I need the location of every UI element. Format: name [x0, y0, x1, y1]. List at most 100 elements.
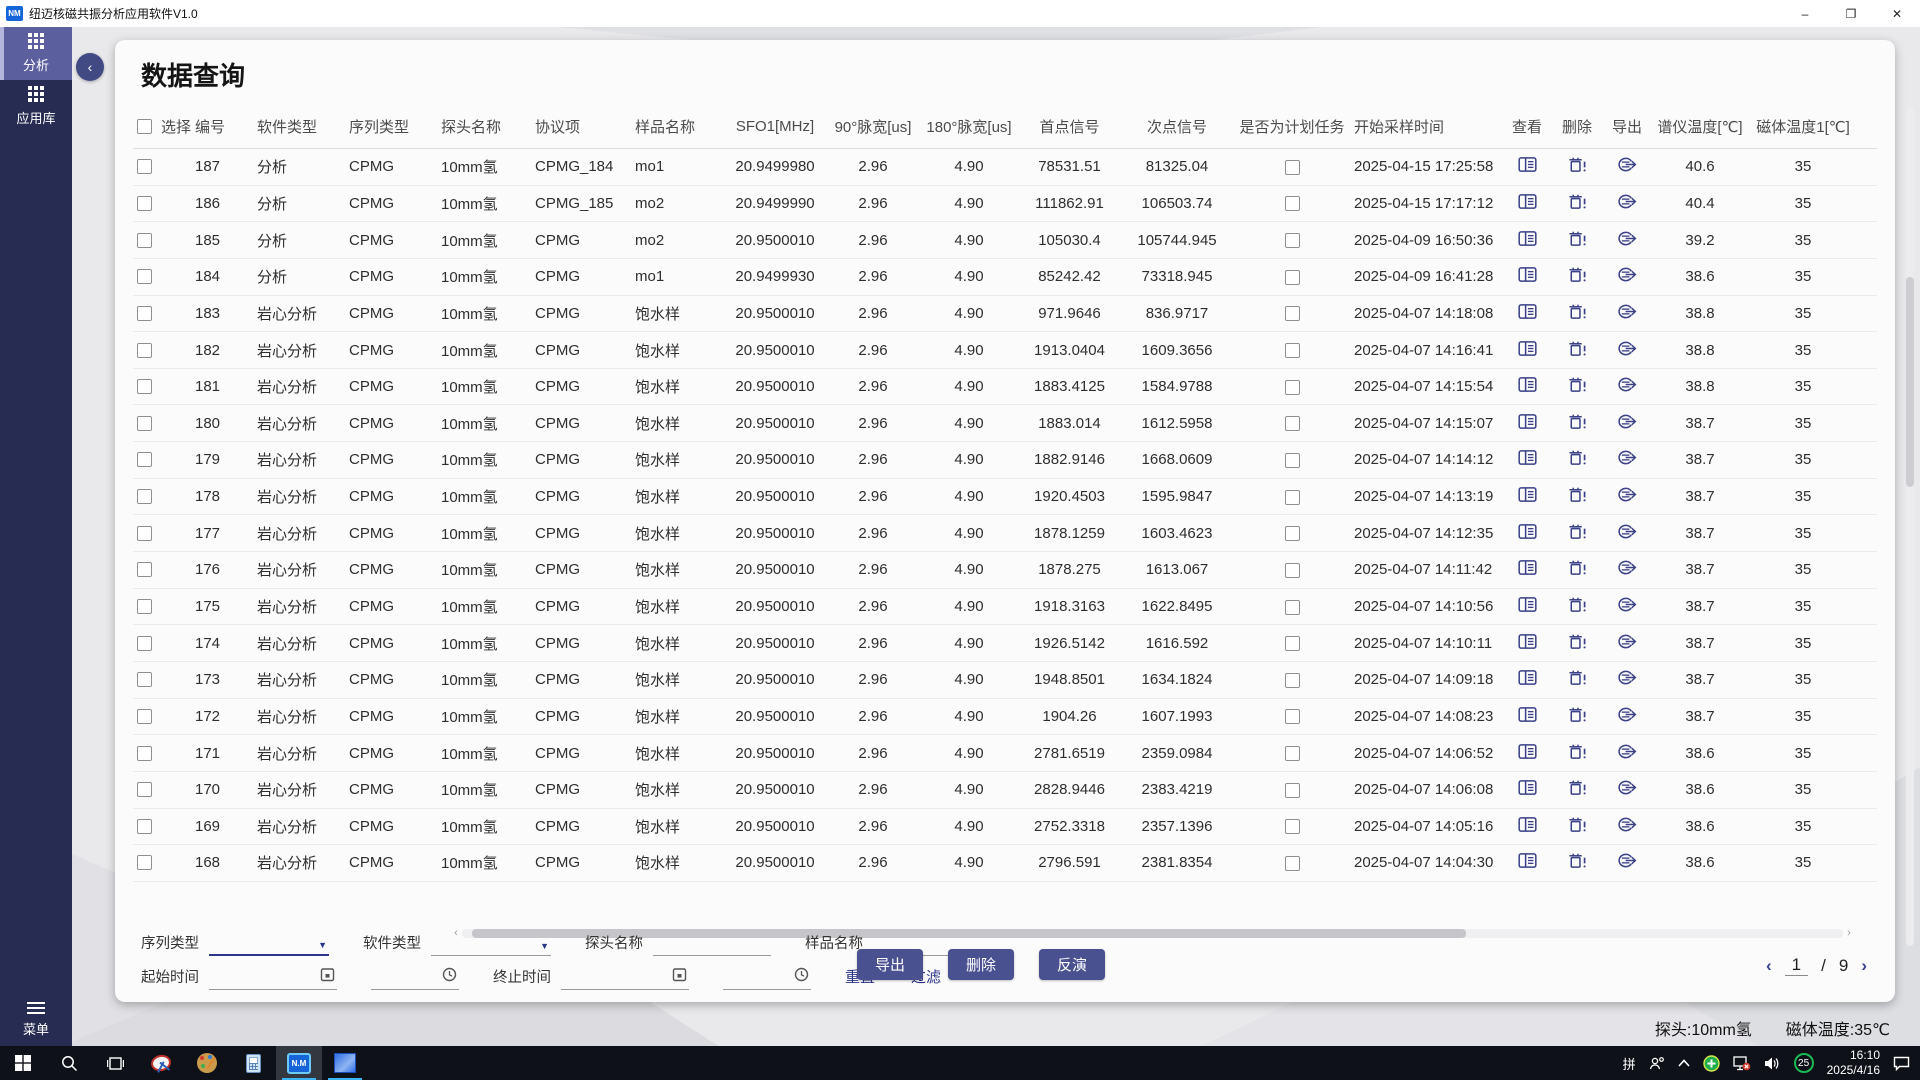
snipping-tool-button[interactable]: [138, 1046, 184, 1080]
export-icon[interactable]: [1618, 816, 1637, 833]
end-time-input[interactable]: [723, 966, 811, 990]
row-checkbox[interactable]: [137, 379, 152, 394]
network-disconnected-icon[interactable]: [1733, 1056, 1751, 1071]
export-icon[interactable]: [1618, 340, 1637, 357]
delete-icon[interactable]: [1568, 449, 1587, 466]
export-icon[interactable]: [1618, 486, 1637, 503]
software-type-select[interactable]: ▼: [431, 932, 551, 956]
planned-task-checkbox[interactable]: [1285, 196, 1300, 211]
view-icon[interactable]: [1518, 596, 1537, 613]
planned-task-checkbox[interactable]: [1285, 270, 1300, 285]
export-icon[interactable]: [1618, 523, 1637, 540]
next-page-icon[interactable]: ›: [1861, 956, 1867, 976]
delete-icon[interactable]: [1568, 156, 1587, 173]
task-view-button[interactable]: [92, 1046, 138, 1080]
view-icon[interactable]: [1518, 449, 1537, 466]
export-icon[interactable]: [1618, 743, 1637, 760]
nmr-app-button[interactable]: N.M: [276, 1046, 322, 1080]
row-checkbox[interactable]: [137, 269, 152, 284]
scrollbar-thumb[interactable]: [1906, 277, 1914, 487]
export-icon[interactable]: [1618, 230, 1637, 247]
view-icon[interactable]: [1518, 633, 1537, 650]
export-icon[interactable]: [1618, 449, 1637, 466]
delete-icon[interactable]: [1568, 193, 1587, 210]
start-button[interactable]: [0, 1046, 46, 1080]
clock-icon[interactable]: [442, 967, 457, 986]
taskbar-clock[interactable]: 16:10 2025/4/16: [1827, 1048, 1880, 1078]
planned-task-checkbox[interactable]: [1285, 416, 1300, 431]
paint-button[interactable]: [184, 1046, 230, 1080]
row-checkbox[interactable]: [137, 855, 152, 870]
planned-task-checkbox[interactable]: [1285, 233, 1300, 248]
planned-task-checkbox[interactable]: [1285, 306, 1300, 321]
view-icon[interactable]: [1518, 816, 1537, 833]
delete-icon[interactable]: [1568, 413, 1587, 430]
row-checkbox[interactable]: [137, 233, 152, 248]
export-icon[interactable]: [1618, 779, 1637, 796]
row-checkbox[interactable]: [137, 819, 152, 834]
start-date-input[interactable]: [209, 966, 337, 990]
export-button[interactable]: 导出: [857, 949, 923, 980]
antivirus-tray-icon[interactable]: [1703, 1055, 1720, 1072]
export-icon[interactable]: [1618, 559, 1637, 576]
view-icon[interactable]: [1518, 266, 1537, 283]
row-checkbox[interactable]: [137, 526, 152, 541]
battery-percentage-badge[interactable]: 25: [1794, 1053, 1814, 1073]
export-icon[interactable]: [1618, 633, 1637, 650]
delete-icon[interactable]: [1568, 743, 1587, 760]
delete-icon[interactable]: [1568, 633, 1587, 650]
row-checkbox[interactable]: [137, 343, 152, 358]
view-icon[interactable]: [1518, 376, 1537, 393]
minimize-button[interactable]: –: [1782, 0, 1828, 27]
planned-task-checkbox[interactable]: [1285, 490, 1300, 505]
row-checkbox[interactable]: [137, 562, 152, 577]
delete-icon[interactable]: [1568, 706, 1587, 723]
calendar-icon[interactable]: [672, 967, 687, 986]
row-checkbox[interactable]: [137, 416, 152, 431]
planned-task-checkbox[interactable]: [1285, 636, 1300, 651]
view-icon[interactable]: [1518, 340, 1537, 357]
view-icon[interactable]: [1518, 743, 1537, 760]
delete-icon[interactable]: [1568, 303, 1587, 320]
view-icon[interactable]: [1518, 779, 1537, 796]
delete-icon[interactable]: [1568, 230, 1587, 247]
export-icon[interactable]: [1618, 376, 1637, 393]
row-checkbox[interactable]: [137, 489, 152, 504]
planned-task-checkbox[interactable]: [1285, 709, 1300, 724]
delete-icon[interactable]: [1568, 340, 1587, 357]
select-all-checkbox[interactable]: [137, 119, 152, 134]
planned-task-checkbox[interactable]: [1285, 819, 1300, 834]
row-checkbox[interactable]: [137, 636, 152, 651]
delete-icon[interactable]: [1568, 486, 1587, 503]
delete-icon[interactable]: [1568, 852, 1587, 869]
export-icon[interactable]: [1618, 852, 1637, 869]
planned-task-checkbox[interactable]: [1285, 783, 1300, 798]
view-icon[interactable]: [1518, 669, 1537, 686]
end-date-input[interactable]: [561, 966, 689, 990]
planned-task-checkbox[interactable]: [1285, 746, 1300, 761]
planned-task-checkbox[interactable]: [1285, 343, 1300, 358]
planned-task-checkbox[interactable]: [1285, 160, 1300, 175]
ime-indicator[interactable]: 拼: [1623, 1054, 1636, 1073]
sidebar-item-app-library[interactable]: 应用库: [0, 80, 72, 133]
view-icon[interactable]: [1518, 156, 1537, 173]
secondary-app-button[interactable]: [322, 1046, 368, 1080]
row-checkbox[interactable]: [137, 306, 152, 321]
delete-icon[interactable]: [1568, 779, 1587, 796]
planned-task-checkbox[interactable]: [1285, 856, 1300, 871]
close-button[interactable]: ✕: [1874, 0, 1920, 27]
planned-task-checkbox[interactable]: [1285, 526, 1300, 541]
start-time-input[interactable]: [371, 966, 459, 990]
row-checkbox[interactable]: [137, 672, 152, 687]
calculator-button[interactable]: [230, 1046, 276, 1080]
export-icon[interactable]: [1618, 266, 1637, 283]
view-icon[interactable]: [1518, 523, 1537, 540]
clock-icon[interactable]: [794, 967, 809, 986]
sidebar-menu-button[interactable]: 菜单: [0, 1002, 72, 1038]
collapse-sidebar-button[interactable]: ‹: [76, 53, 104, 81]
planned-task-checkbox[interactable]: [1285, 380, 1300, 395]
invert-button[interactable]: 反演: [1039, 949, 1105, 980]
view-icon[interactable]: [1518, 852, 1537, 869]
view-icon[interactable]: [1518, 230, 1537, 247]
row-checkbox[interactable]: [137, 159, 152, 174]
